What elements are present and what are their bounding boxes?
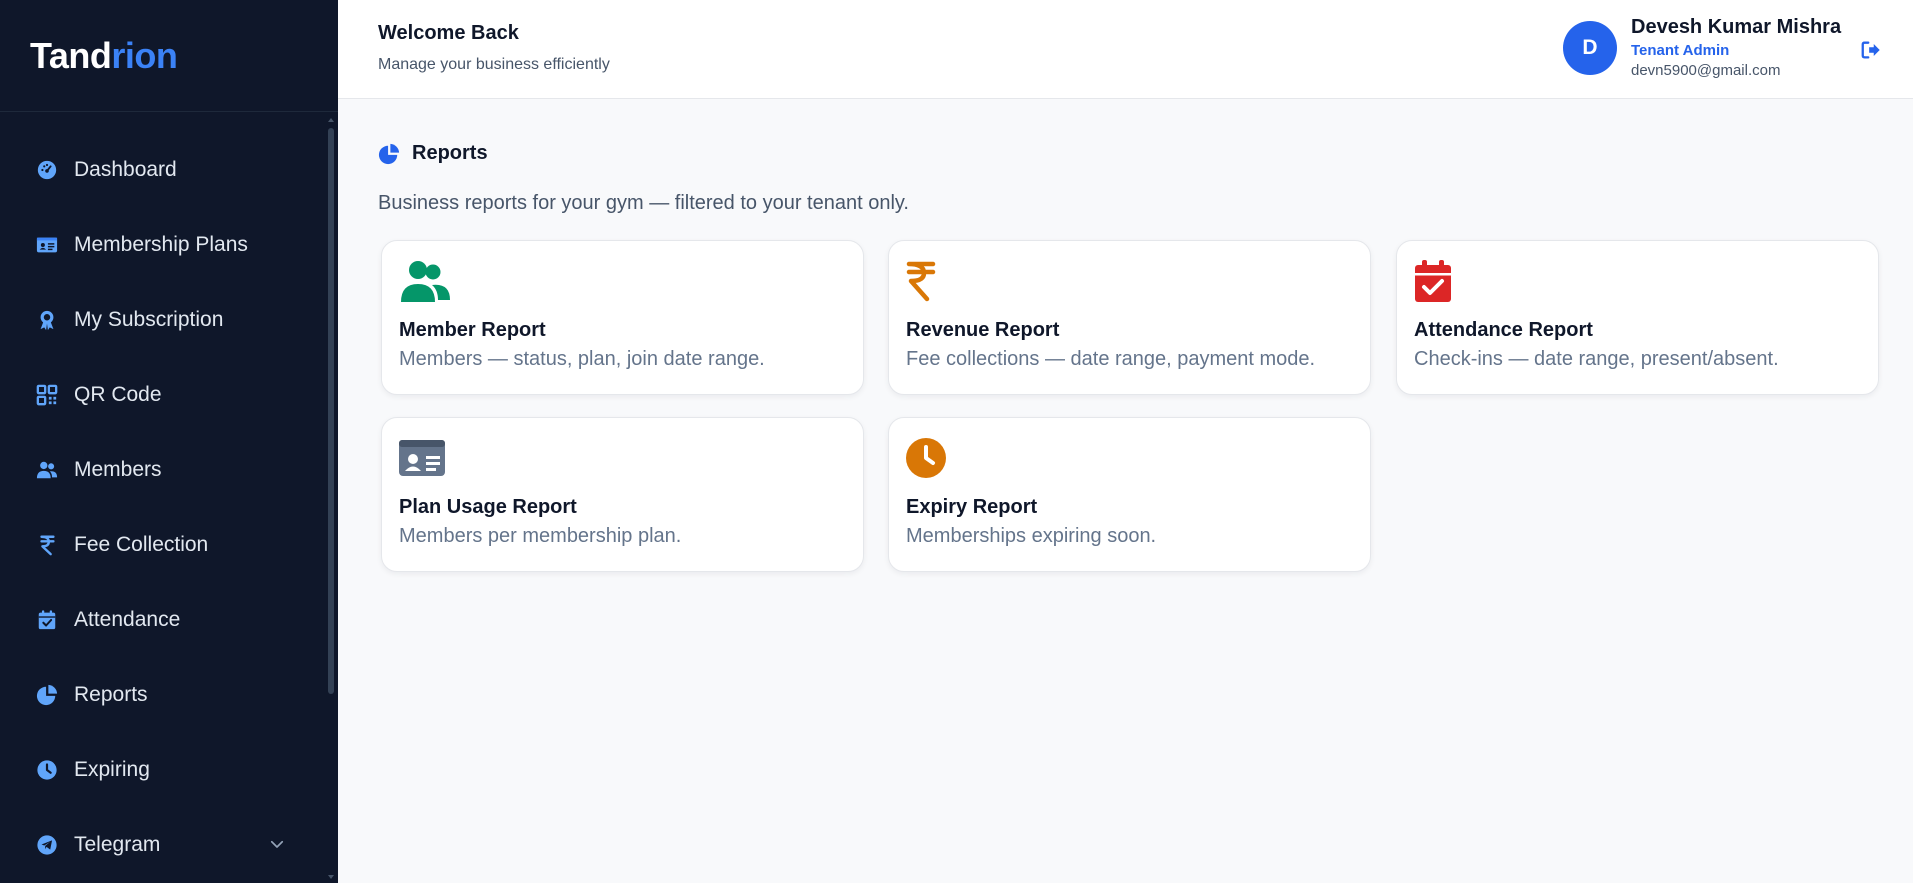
welcome-subtitle: Manage your business efficiently (378, 56, 610, 73)
page-title-row: Reports (378, 142, 488, 165)
user-email: devn5900@gmail.com (1631, 62, 1781, 79)
card-description: Members per membership plan. (399, 525, 682, 547)
scroll-up-arrow-icon[interactable] (327, 116, 335, 124)
top-header: Welcome Back Manage your business effici… (338, 0, 1913, 99)
card-title: Expiry Report (906, 496, 1038, 518)
users-icon (34, 457, 60, 483)
id-card-icon (34, 232, 60, 258)
dashboard-gauge-icon (34, 157, 60, 183)
qr-code-icon (34, 382, 60, 408)
member-report-card[interactable]: Member Report Members — status, plan, jo… (381, 240, 864, 395)
sidebar-item-my-subscription[interactable]: My Subscription (0, 282, 326, 357)
logout-icon[interactable] (1860, 39, 1882, 61)
plan-usage-report-card[interactable]: Plan Usage Report Members per membership… (381, 417, 864, 572)
sidebar-item-qr-code[interactable]: QR Code (0, 357, 326, 432)
attendance-report-card[interactable]: Attendance Report Check-ins — date range… (1396, 240, 1879, 395)
brand-name-part2: rion (111, 34, 178, 76)
sidebar-item-label: Telegram (74, 832, 161, 856)
card-description: Memberships expiring soon. (906, 525, 1157, 547)
pie-chart-icon (378, 143, 400, 164)
page-description: Business reports for your gym — filtered… (378, 192, 909, 214)
sidebar: Tand rion Dashboard Membership Plans My S… (0, 0, 338, 883)
sidebar-item-telegram[interactable]: Telegram (0, 807, 326, 882)
card-title: Plan Usage Report (399, 496, 577, 518)
id-card-icon (399, 440, 445, 476)
sidebar-scrollbar[interactable] (327, 114, 335, 883)
brand-logo[interactable]: Tand rion (0, 0, 338, 112)
telegram-icon (34, 832, 60, 858)
sidebar-item-label: Dashboard (74, 157, 177, 181)
scrollbar-thumb[interactable] (328, 128, 334, 694)
scroll-down-arrow-icon[interactable] (327, 873, 335, 881)
sidebar-item-membership-plans[interactable]: Membership Plans (0, 207, 326, 282)
chevron-down-icon[interactable] (268, 835, 286, 853)
pie-chart-icon (34, 682, 60, 708)
card-title: Attendance Report (1414, 319, 1593, 341)
calendar-check-icon (34, 607, 60, 633)
card-description: Fee collections — date range, payment mo… (906, 348, 1316, 370)
sidebar-item-dashboard[interactable]: Dashboard (0, 132, 326, 207)
clock-icon (34, 757, 60, 783)
card-description: Members — status, plan, join date range. (399, 348, 765, 370)
sidebar-item-fee-collection[interactable]: Fee Collection (0, 507, 326, 582)
expiry-report-card[interactable]: Expiry Report Memberships expiring soon. (888, 417, 1371, 572)
card-title: Revenue Report (906, 319, 1060, 341)
card-description: Check-ins — date range, present/absent. (1414, 348, 1779, 370)
brand-name-part1: Tand (30, 34, 112, 76)
revenue-report-card[interactable]: Revenue Report Fee collections — date ra… (888, 240, 1371, 395)
avatar[interactable]: D (1563, 21, 1617, 75)
clock-icon (906, 438, 946, 478)
welcome-title: Welcome Back (378, 22, 519, 44)
sidebar-item-label: Members (74, 457, 162, 481)
sidebar-item-label: Reports (74, 682, 148, 706)
sidebar-item-label: QR Code (74, 382, 162, 406)
sidebar-nav: Dashboard Membership Plans My Subscripti… (0, 132, 326, 882)
user-name: Devesh Kumar Mishra (1631, 16, 1842, 38)
rupee-icon (906, 261, 936, 302)
sidebar-item-reports[interactable]: Reports (0, 657, 326, 732)
users-icon (401, 261, 450, 302)
award-ribbon-icon (34, 307, 60, 333)
sidebar-item-label: Attendance (74, 607, 181, 631)
card-title: Member Report (399, 319, 546, 341)
sidebar-item-members[interactable]: Members (0, 432, 326, 507)
sidebar-item-label: Expiring (74, 757, 150, 781)
page-title: Reports (412, 142, 488, 164)
rupee-icon (34, 532, 60, 558)
sidebar-item-label: My Subscription (74, 307, 224, 331)
sidebar-item-label: Membership Plans (74, 232, 248, 256)
sidebar-item-expiring[interactable]: Expiring (0, 732, 326, 807)
calendar-check-icon (1415, 260, 1451, 302)
sidebar-item-label: Fee Collection (74, 532, 209, 556)
sidebar-item-attendance[interactable]: Attendance (0, 582, 326, 657)
user-role: Tenant Admin (1631, 42, 1730, 59)
